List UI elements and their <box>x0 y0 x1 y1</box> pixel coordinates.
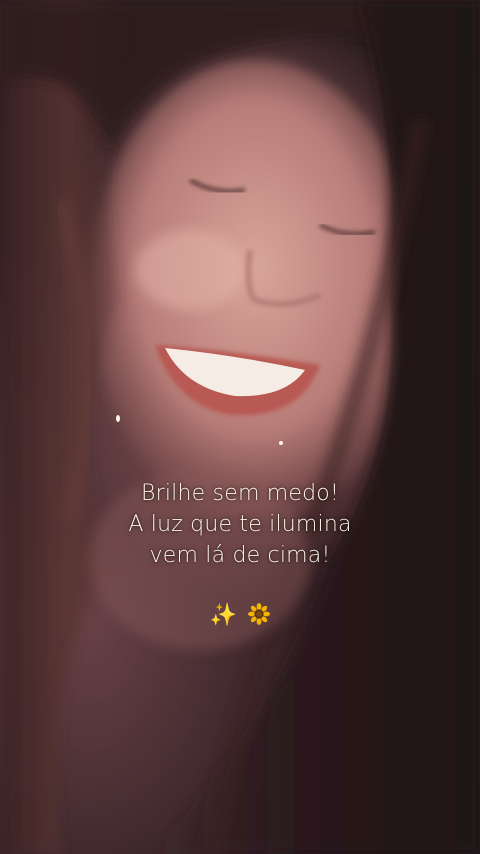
cheek-highlight <box>135 230 245 310</box>
photo-background: Brilhe sem medo! A luz que te ilumina ve… <box>0 0 480 854</box>
sparkles-icon: ✨ <box>209 603 238 628</box>
portrait-photo <box>0 0 480 854</box>
face <box>90 60 420 520</box>
sunflower-icon <box>248 603 271 625</box>
light-speck <box>116 415 120 422</box>
light-speck <box>279 441 283 445</box>
emoji-row: ✨ <box>0 602 480 630</box>
caption-line-2: A luz que te ilumina <box>128 512 352 537</box>
caption-line-1: Brilhe sem medo! <box>141 481 339 506</box>
caption-line-3: vem lá de cima! <box>149 543 331 568</box>
